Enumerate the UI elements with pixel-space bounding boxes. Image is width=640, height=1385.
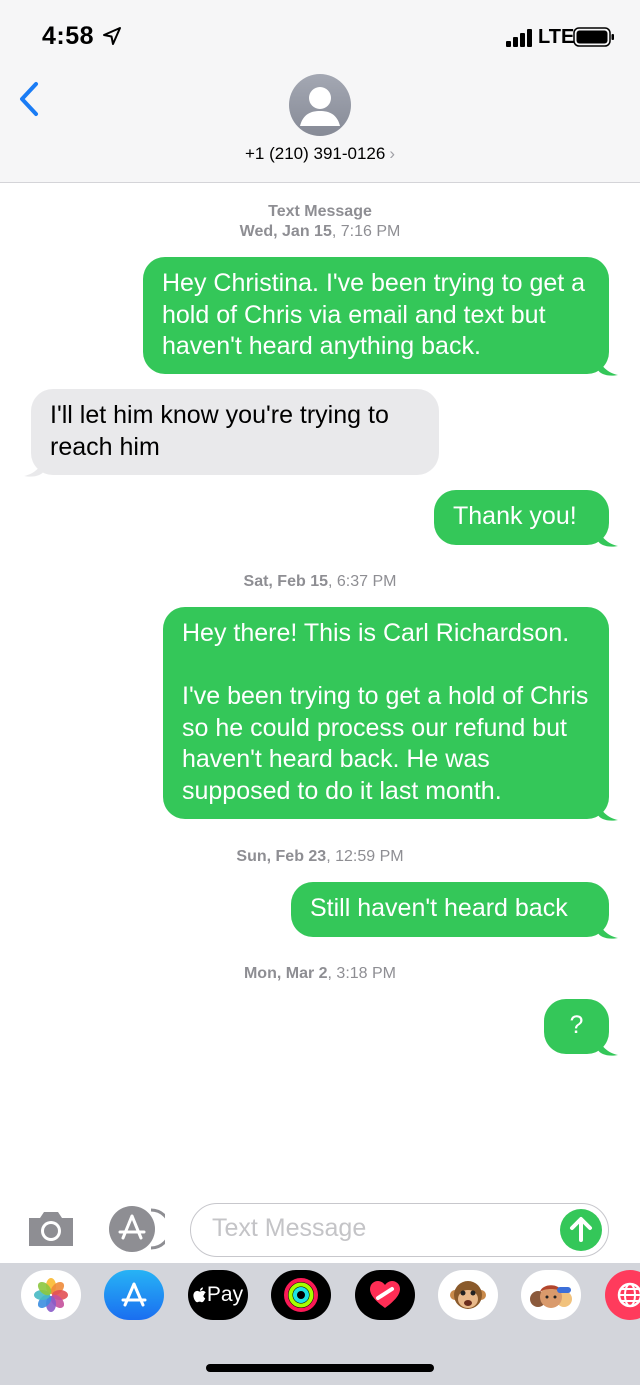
- activity-app-icon[interactable]: [271, 1270, 331, 1320]
- timestamp-time: 6:37 PM: [336, 573, 397, 590]
- timestamp-day: Sat, Feb 15: [243, 573, 328, 590]
- timestamp: Sun, Feb 23, 12:59 PM: [236, 848, 404, 865]
- timestamp-label: Text Message: [268, 203, 372, 220]
- sent-message-bubble[interactable]: Hey Christina. I've been trying to get a…: [143, 257, 609, 374]
- animoji-app-icon[interactable]: [438, 1270, 498, 1320]
- sent-message-bubble[interactable]: Still haven't heard back: [291, 882, 609, 937]
- bubble-tail: [598, 801, 618, 821]
- cellular-signal-icon: [506, 29, 532, 47]
- person-silhouette-icon: [300, 87, 340, 126]
- timestamp-time: 12:59 PM: [335, 848, 404, 865]
- status-time: 4:58: [42, 22, 95, 50]
- memoji-app-icon[interactable]: [521, 1270, 581, 1320]
- bubble-tail: [598, 527, 618, 547]
- contact-phone-number: +1 (210) 391-0126: [244, 144, 386, 163]
- message-text: ?: [569, 1011, 584, 1039]
- timestamp-time: 7:16 PM: [340, 223, 401, 240]
- bubble-tail: [598, 919, 618, 939]
- timestamp-day: Sun, Feb 23: [236, 848, 327, 865]
- contact-avatar[interactable]: [289, 74, 351, 136]
- timestamp-day: Wed, Jan 15: [239, 223, 332, 240]
- message-text: I'll let him know you're trying to reach…: [50, 401, 389, 461]
- apple-logo-icon: [193, 1287, 206, 1303]
- battery-icon: [573, 27, 614, 47]
- send-button[interactable]: [560, 1209, 602, 1251]
- timestamp-time: 3:18 PM: [336, 965, 397, 982]
- network-type: LTE: [538, 26, 575, 48]
- message-text: Still haven't heard back: [310, 894, 568, 922]
- sent-message-bubble[interactable]: Thank you!: [434, 490, 609, 545]
- arrow-up-icon: [570, 1217, 592, 1242]
- message-text: Hey Christina. I've been trying to get a…: [162, 269, 586, 360]
- camera-icon[interactable]: [25, 1208, 77, 1250]
- contact-name[interactable]: +1 (210) 391-0126 ›: [0, 144, 640, 164]
- received-message-bubble[interactable]: I'll let him know you're trying to reach…: [31, 389, 439, 475]
- apple-pay-label: Pay: [206, 1283, 244, 1306]
- timestamp: Sat, Feb 15, 6:37 PM: [243, 573, 397, 590]
- message-text: Thank you!: [453, 502, 577, 530]
- thread-header-timestamp: Text Message Wed, Jan 15, 7:16 PM: [239, 203, 401, 240]
- timestamp: Mon, Mar 2, 3:18 PM: [243, 965, 397, 982]
- digital-touch-app-icon[interactable]: [355, 1270, 415, 1320]
- bubble-tail: [598, 1036, 618, 1056]
- app-store-icon[interactable]: [107, 1206, 165, 1252]
- chevron-left-icon[interactable]: [16, 80, 42, 118]
- bubble-tail: [24, 457, 44, 477]
- timestamp-day: Mon, Mar 2: [243, 965, 328, 982]
- home-indicator[interactable]: [206, 1364, 434, 1372]
- photos-app-icon[interactable]: [21, 1270, 81, 1320]
- chevron-right-icon: ›: [389, 144, 396, 163]
- message-input-placeholder: Text Message: [212, 1214, 367, 1242]
- app-store-app-icon[interactable]: [104, 1270, 164, 1320]
- location-arrow-icon: [103, 27, 121, 45]
- sent-message-bubble[interactable]: Hey there! This is Carl Richardson. I've…: [163, 607, 609, 819]
- apple-pay-app-icon[interactable]: Pay: [188, 1270, 248, 1320]
- message-text: Hey there! This is Carl Richardson. I've…: [182, 619, 589, 805]
- bubble-tail: [598, 356, 618, 376]
